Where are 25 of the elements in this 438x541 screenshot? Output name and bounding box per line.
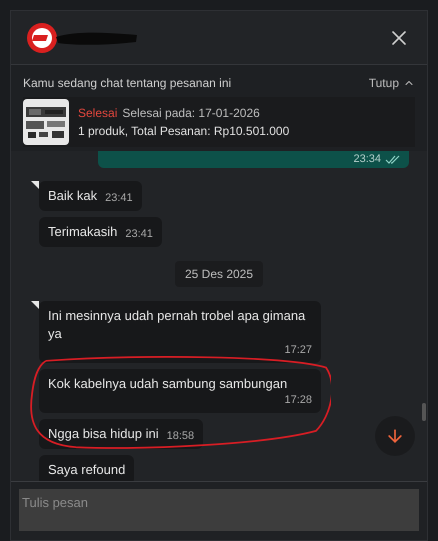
order-card[interactable]: Selesai Selesai pada: 17-01-2026 1 produk, Total Pesanan: Rp10.501.000 xyxy=(23,97,415,147)
completion-date: Selesai pada: 17-01-2026 xyxy=(122,105,260,122)
message-text: Saya refound xyxy=(48,461,126,479)
order-status: Selesai xyxy=(78,105,118,122)
scroll-down-button[interactable] xyxy=(375,416,415,456)
collapse-toggle[interactable]: Tutup xyxy=(368,74,415,92)
logo-icon xyxy=(26,22,58,54)
message-time: 18:58 xyxy=(166,429,194,443)
message-time: 17:28 xyxy=(284,393,312,407)
scrollbar-thumb xyxy=(422,403,426,421)
banner-title: Kamu sedang chat tentang pesanan ini xyxy=(23,75,232,92)
message-text: Ngga bisa hidup ini xyxy=(48,425,159,443)
message-time: 23:41 xyxy=(125,227,153,241)
bubble-tail-icon xyxy=(31,181,39,189)
order-summary: 1 produk, Total Pesanan: Rp10.501.000 xyxy=(78,123,290,140)
message-input[interactable]: Tulis pesan xyxy=(19,489,419,531)
message-text: Baik kak xyxy=(48,187,98,205)
message-time: 23:41 xyxy=(105,191,133,205)
message-text: Terimakasih xyxy=(48,223,118,241)
bubble-tail-icon xyxy=(31,301,39,309)
message-text: Ini mesinnya udah pernah trobel apa gimana ya xyxy=(48,307,306,343)
message-time: 23:34 xyxy=(353,152,381,168)
message-time: 17:27 xyxy=(284,343,312,357)
message-text: Kok kabelnya udah sambung sambungan xyxy=(48,375,288,393)
date-chip: 25 Des 2025 xyxy=(174,261,264,287)
